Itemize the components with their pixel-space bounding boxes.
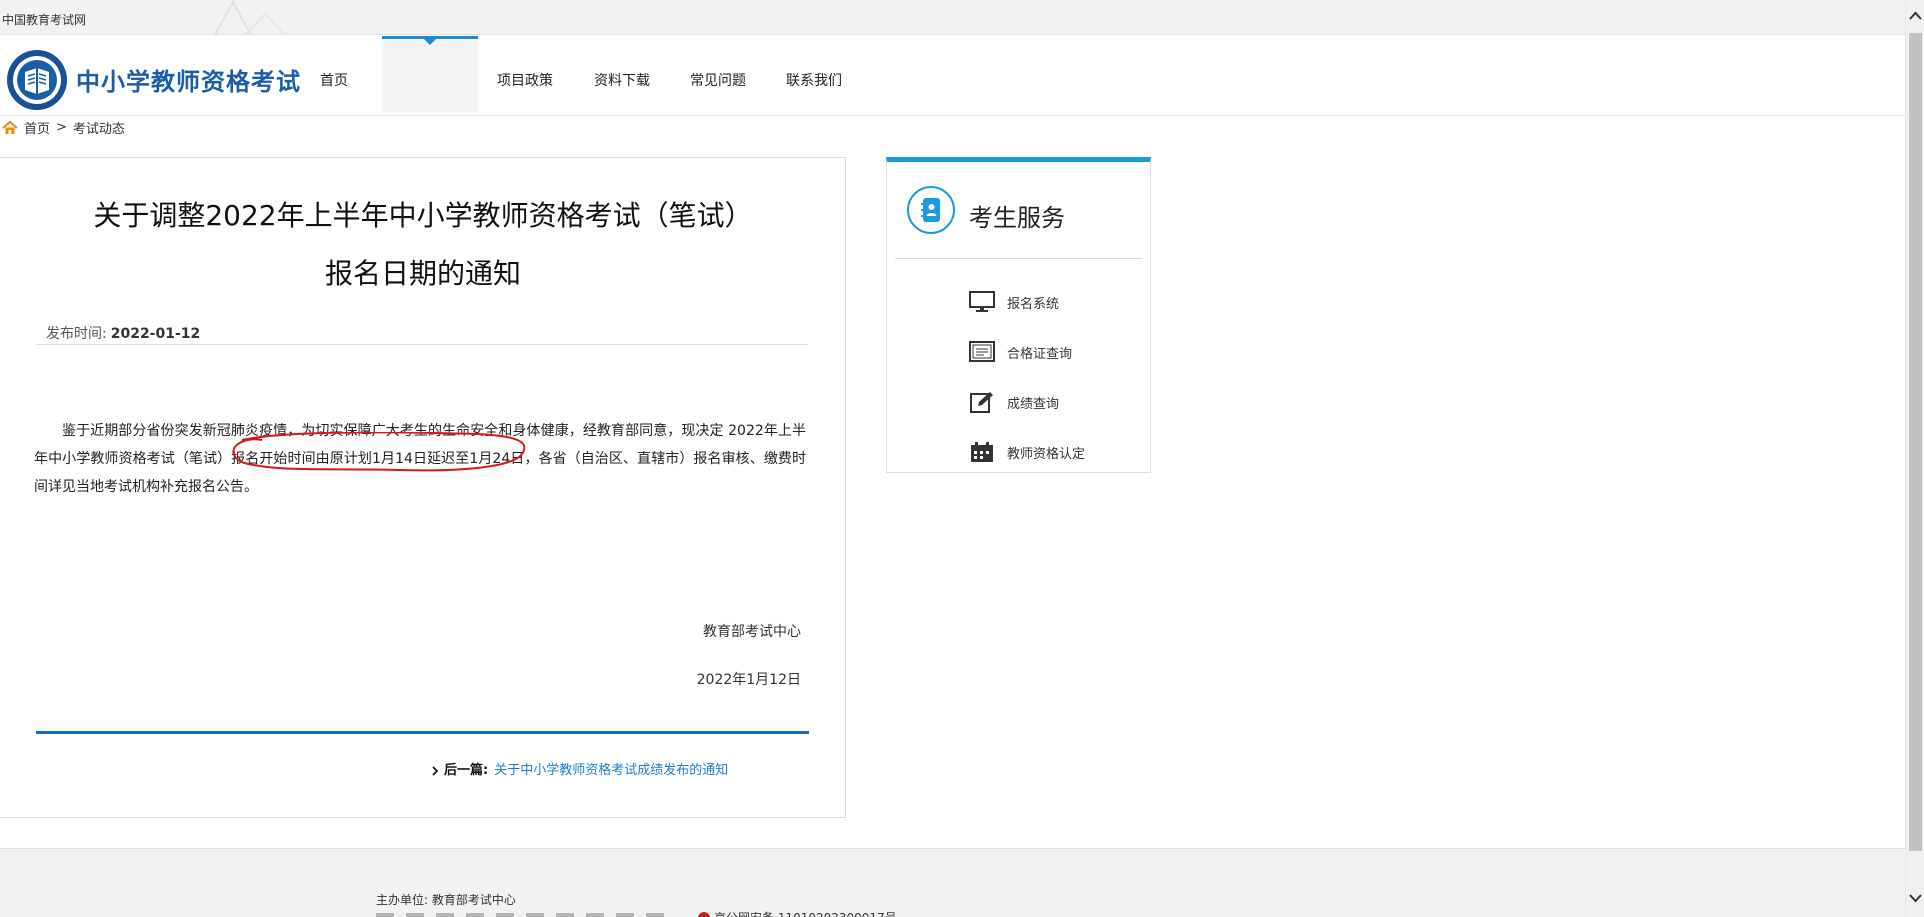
scroll-up-icon[interactable] — [1908, 9, 1923, 24]
publish-date: 2022-01-12 — [110, 326, 201, 342]
decorative-graphic — [214, 0, 286, 35]
article-title-line2: 报名日期的通知 — [324, 257, 521, 290]
calendar-icon — [971, 442, 993, 462]
services-divider — [895, 258, 1142, 259]
footer-cut-text — [376, 913, 676, 917]
breadcrumb-separator: > — [56, 120, 67, 135]
breadcrumb-home[interactable]: 首页 — [24, 118, 50, 137]
nav-item-home[interactable]: 首页 — [320, 70, 348, 90]
nav-item-faq[interactable]: 常见问题 — [690, 70, 746, 90]
contact-book-icon — [921, 198, 940, 222]
services-title: 考生服务 — [969, 204, 1065, 232]
police-badge-icon — [698, 911, 710, 917]
certificate-icon — [969, 341, 995, 362]
top-strip: 中国教育考试网 — [0, 0, 1905, 35]
site-name[interactable]: 中国教育考试网 — [2, 11, 86, 28]
article-panel: 关于调整2022年上半年中小学教师资格考试（笔试） 报名日期的通知 发布时间: 2… — [0, 157, 846, 818]
next-article-label: 后一篇: — [444, 763, 489, 778]
footer-police-label: 京公网安备 11010202300017号 — [714, 909, 897, 917]
article-title-line1: 关于调整2022年上半年中小学教师资格考试（笔试） — [93, 199, 753, 232]
next-article: 后一篇: 关于中小学教师资格考试成绩发布的通知 — [430, 759, 728, 778]
next-article-link[interactable]: 关于中小学教师资格考试成绩发布的通知 — [494, 763, 728, 778]
monitor-icon — [969, 291, 995, 312]
candidate-services-panel: 考生服务 报名系统 合格证查询 成绩查询 教师资格认定 — [886, 157, 1151, 473]
service-score-query[interactable]: 成绩查询 — [969, 390, 1139, 414]
service-certificate-query[interactable]: 合格证查询 — [969, 340, 1139, 364]
hand-drawn-circle-annotation — [232, 432, 526, 472]
nav-item-active[interactable] — [382, 36, 478, 112]
service-label: 教师资格认定 — [1007, 446, 1086, 462]
service-teacher-qualification[interactable]: 教师资格认定 — [969, 440, 1139, 464]
scroll-down-icon[interactable] — [1908, 890, 1923, 905]
article-footer-rule — [36, 731, 809, 734]
publish-info: 发布时间: 2022-01-12 — [46, 323, 200, 343]
page: 中国教育考试网 中小学教师资格考试 首页 项目政策 资料下载 常见问题 联系我们 — [0, 0, 1924, 917]
scrollbar-thumb[interactable] — [1909, 33, 1922, 851]
nav-item-policy[interactable]: 项目政策 — [497, 70, 553, 90]
service-label: 合格证查询 — [1007, 346, 1073, 362]
site-logo-text[interactable]: 中小学教师资格考试 — [76, 62, 301, 97]
divider — [36, 344, 808, 345]
footer-police-record[interactable]: 京公网安备 11010202300017号 — [698, 909, 897, 917]
footer: 主办单位: 教育部考试中心 京公网安备 11010202300017号 — [0, 848, 1905, 917]
service-label: 成绩查询 — [1007, 396, 1060, 412]
home-icon — [2, 120, 18, 134]
header: 中小学教师资格考试 首页 项目政策 资料下载 常见问题 联系我们 — [0, 36, 1905, 116]
nav-item-downloads[interactable]: 资料下载 — [594, 70, 650, 90]
chevron-right-icon — [432, 765, 439, 776]
active-caret-icon — [424, 39, 436, 45]
services-head-icon — [907, 186, 955, 234]
sign-date: 2022年1月12日 — [696, 672, 801, 688]
service-registration-system[interactable]: 报名系统 — [969, 290, 1139, 314]
breadcrumb-current[interactable]: 考试动态 — [73, 118, 125, 137]
edit-icon — [970, 392, 993, 413]
breadcrumb: 首页 > 考试动态 — [2, 118, 125, 137]
vertical-scrollbar[interactable] — [1905, 0, 1924, 917]
nav-item-contact[interactable]: 联系我们 — [786, 70, 842, 90]
footer-host-unit: 主办单位: 教育部考试中心 — [376, 893, 516, 907]
signer: 教育部考试中心 — [703, 624, 801, 640]
publish-label: 发布时间: — [46, 326, 107, 342]
logo-icon[interactable] — [5, 48, 69, 112]
service-label: 报名系统 — [1007, 296, 1060, 312]
